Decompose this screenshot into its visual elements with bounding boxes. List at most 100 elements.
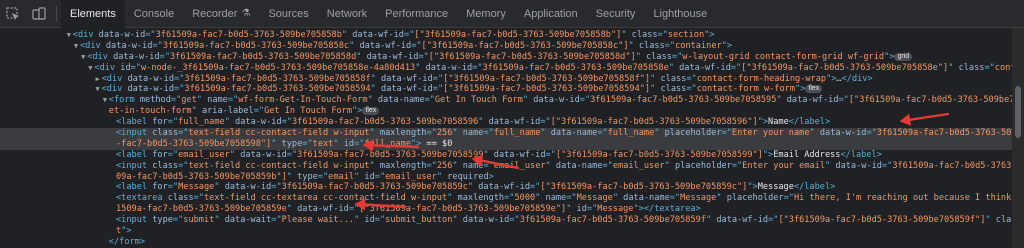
tag-punct: <div [94,62,121,73]
dom-tree-line[interactable]: <label for="full_name" data-w-id="3f6150… [0,117,1012,128]
flex-badge[interactable]: flex [362,107,380,116]
dom-tree-line[interactable]: -fac7-b0d5-3763-509be7058598"]" type="te… [0,138,1012,150]
tab-application[interactable]: Application [515,0,587,28]
tag-punct: =" [866,128,877,139]
attr-value: 3f61509a-fac7-b0d5-3763-509be705858f [184,73,371,84]
tab-performance[interactable]: Performance [376,0,457,28]
tab-network[interactable]: Network [318,0,376,28]
grid-badge[interactable]: grid [894,52,913,61]
tag-punct: " [628,40,639,51]
attr-name: placeholder [664,128,722,139]
dom-tree-line[interactable]: ▼ <form method="get" name="wf-form-Get-In… [0,95,1012,106]
dom-tree-line[interactable]: <textarea class="text-field cc-textarea … [0,193,1012,204]
vertical-scrollbar[interactable] [1012,28,1024,248]
expand-triangle-icon[interactable]: ▼ [65,30,73,41]
tag-punct: " [286,204,298,215]
dom-tree-line[interactable]: <input class="text-field cc-contact-fiel… [0,128,1012,139]
expand-triangle-icon[interactable]: ▼ [101,95,109,106]
collapsed-triangle-icon[interactable]: ▶ [94,74,102,85]
tag-punct: " [271,138,282,149]
dom-tree-line[interactable]: <input class="text-field cc-contact-fiel… [0,161,1012,172]
attr-name: id [343,138,355,149]
dom-tree-line[interactable]: ▶ <div data-w-id="3f61509a-fac7-b0d5-3763… [0,74,1012,85]
dom-tree-line[interactable]: ▼ <div data-w-id="3f61509a-fac7-b0d5-3763… [0,52,1012,63]
attr-value: section [667,30,705,40]
expand-triangle-icon[interactable]: ▼ [94,84,102,95]
attr-name: class [646,51,672,62]
tab-label: Console [133,7,175,20]
device-toolbar-icon[interactable] [26,0,52,28]
dom-tree-line[interactable]: et-in-touch-form" aria-label="Get In Tou… [0,106,1012,117]
attr-value: Get In Touch Form [264,106,353,117]
tag-punct: " [452,215,463,226]
dom-tree-line[interactable]: <label for="email_user" data-w-id="3f615… [0,150,1012,161]
attr-name: data-w-id [425,62,473,73]
tab-recorder[interactable]: Recorder ⚗ [183,0,259,28]
tag-punct: " [664,160,675,171]
tag-punct: =" [545,149,556,160]
tag-punct: " [369,160,380,171]
expand-triangle-icon[interactable]: ▼ [72,41,80,52]
dom-tree-line[interactable]: ▼ <div id="w-node-_3f61509a-fac7-b0d5-376… [0,63,1012,74]
attr-name: maxlength [457,193,505,204]
tab-security[interactable]: Security [587,0,645,28]
attr-value: ["3f61509a-fac7-b0d5-3763-509be7058596"] [550,117,758,128]
tag-punct: " [447,193,458,204]
attr-name: name [462,128,484,139]
tag-punct: " [776,95,787,106]
tab-lighthouse[interactable]: Lighthouse [644,0,716,28]
scrollbar-thumb[interactable] [1015,86,1021,138]
tab-elements[interactable]: Elements [61,0,125,28]
attr-name: data-w-id [98,30,146,40]
tag-punct: =" [227,95,239,106]
dom-tree-line[interactable]: ▼ <div data-w-id="3f61509a-fac7-b0d5-3763… [0,84,1012,95]
attr-value: w-node-_3f61509a-fac7-b0d5-3763-509be705… [140,62,416,73]
tag-punct: =" [509,215,520,226]
text-node: Message [757,182,794,193]
tag-punct: =" [424,95,435,106]
dom-tree-line[interactable]: </form> [0,237,1012,248]
tag-punct: " [286,171,298,182]
tag-punct: =" [686,73,697,84]
tag-punct: " [716,193,727,204]
tag-punct: " [478,117,489,128]
expand-triangle-icon[interactable]: ▼ [79,52,87,63]
attr-name: data-wf-id [679,62,731,73]
tab-sources[interactable]: Sources [259,0,317,28]
attr-name: data-w-id [127,73,175,84]
attr-value: 5000 [514,193,536,204]
attr-name: class [660,73,687,84]
tag-punct: =" [597,128,608,139]
tag-punct: =" [145,30,156,40]
tag-punct: =" [172,215,184,226]
dom-tree-line[interactable]: ▼ <div data-w-id="3f61509a-fac7-b0d5-3763… [0,30,1012,41]
dom-tree-line[interactable]: <input type="submit" data-wait="Please w… [0,215,1012,226]
attr-value: Message [178,182,215,193]
dom-tree-line[interactable]: 09a-fac7-b0d5-3763-509be705859b"]" type=… [0,172,1012,183]
inspect-element-icon[interactable] [0,0,26,28]
tag-punct: <div [80,40,106,51]
dom-tree-line[interactable]: ▼ <div data-w-id="3f61509a-fac7-b0d5-3763… [0,41,1012,52]
attr-value: contact-form-wrap [994,62,1012,73]
tag-punct: " [370,84,382,95]
tag-punct: =" [579,95,591,106]
tag-punct: <form [108,95,140,106]
tab-label: Lighthouse [653,7,708,20]
tab-memory[interactable]: Memory [457,0,515,28]
attr-name: data-w-id [819,128,867,139]
tag-punct: =" [432,84,444,95]
tag-punct: =" [286,149,298,160]
elements-dom-tree: ▼ <div data-w-id="3f61509a-fac7-b0d5-3763… [0,28,1012,248]
tag-punct: "> [704,30,715,40]
dom-tree-line[interactable]: <label for="Message" data-w-id="3f61509a… [0,182,1012,193]
tag-punct: =" [602,160,613,171]
flex-badge[interactable]: flex [805,85,823,94]
dom-tree-line[interactable]: 1509a-fac7-b0d5-3763-509be705859e" data-… [0,204,1012,215]
tag-punct: =" [152,40,163,51]
tab-console[interactable]: Console [125,0,183,28]
tag-punct: " [370,73,382,84]
tag-punct: > [488,171,494,182]
attr-name: data-name [555,160,603,171]
dom-tree-line[interactable]: t"> [0,226,1012,237]
tag-punct: "> [721,40,733,51]
